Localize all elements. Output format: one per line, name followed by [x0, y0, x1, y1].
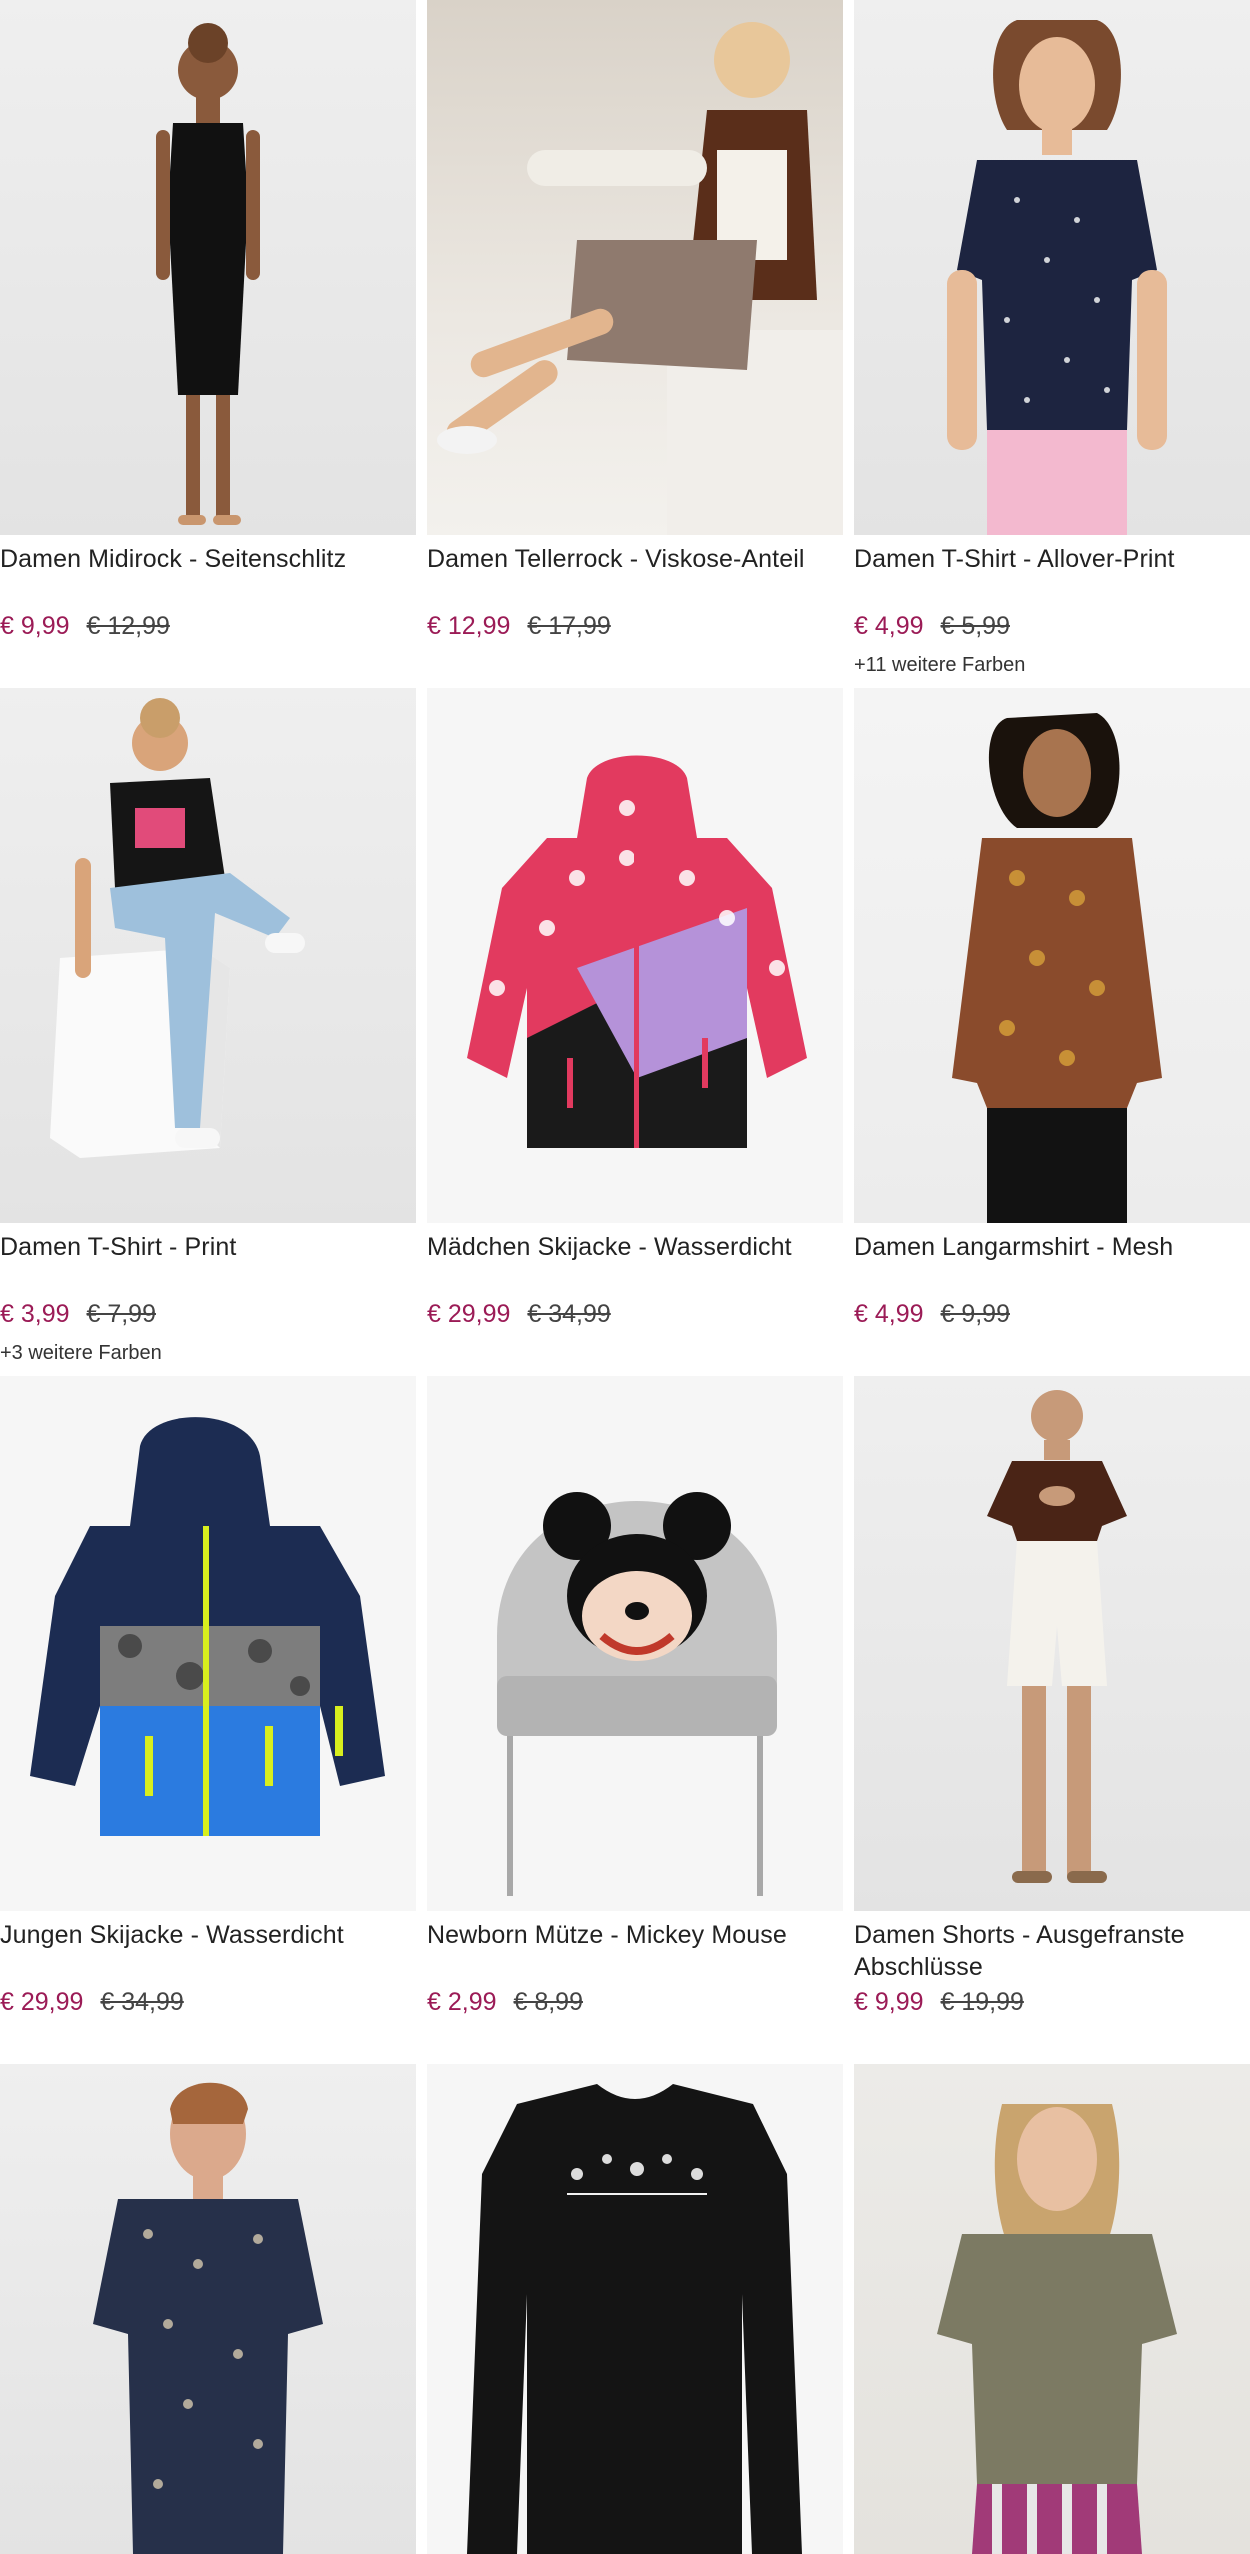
sale-price: € 29,99	[0, 1988, 84, 2016]
sale-price: € 4,99	[854, 612, 924, 640]
product-image[interactable]	[0, 2064, 416, 2554]
old-price: € 12,99	[86, 612, 170, 640]
product-image[interactable]	[854, 0, 1250, 535]
price-row: € 29,99 € 34,99	[427, 1300, 611, 1329]
price-row: € 9,99 € 12,99	[0, 612, 170, 641]
product-card[interactable]	[427, 2064, 843, 2554]
old-price: € 8,99	[513, 1988, 583, 2016]
price-row: € 9,99 € 19,99	[854, 1988, 1024, 2017]
product-title[interactable]: Damen Midirock - Seitenschlitz	[0, 543, 416, 575]
product-title[interactable]: Newborn Mütze - Mickey Mouse	[427, 1919, 843, 1951]
product-card[interactable]: Damen T-Shirt - Print € 3,99 € 7,99 +3 w…	[0, 688, 416, 1376]
product-image[interactable]	[854, 688, 1250, 1223]
product-card[interactable]: Damen Langarmshirt - Mesh € 4,99 € 9,99	[854, 688, 1250, 1376]
product-title[interactable]: Mädchen Skijacke - Wasserdicht	[427, 1231, 843, 1263]
product-title[interactable]: Damen Tellerrock - Viskose-Anteil	[427, 543, 843, 575]
product-image[interactable]	[427, 0, 843, 535]
old-price: € 7,99	[86, 1300, 156, 1328]
old-price: € 5,99	[940, 612, 1010, 640]
product-card[interactable]: Damen T-Shirt - Allover-Print € 4,99 € 5…	[854, 0, 1250, 688]
mickey-beanie-icon	[497, 1492, 777, 1896]
sitting-figure-icon	[50, 698, 305, 1158]
price-row: € 3,99 € 7,99	[0, 1300, 156, 1329]
product-card[interactable]: Newborn Mütze - Mickey Mouse € 2,99 € 8,…	[427, 1376, 843, 2064]
sale-price: € 2,99	[427, 1988, 497, 2016]
product-title[interactable]: Damen Shorts - Ausgefranste Abschlüsse	[854, 1919, 1250, 1983]
dress-figure-icon	[156, 23, 260, 525]
old-price: € 34,99	[527, 1300, 611, 1328]
product-card[interactable]: Jungen Skijacke - Wasserdicht € 29,99 € …	[0, 1376, 416, 2064]
product-title[interactable]: Jungen Skijacke - Wasserdicht	[0, 1919, 416, 1951]
girls-ski-jacket-icon	[467, 755, 807, 1148]
product-image[interactable]	[427, 1376, 843, 1911]
price-row: € 4,99 € 9,99	[854, 1300, 1010, 1329]
old-price: € 34,99	[100, 1988, 184, 2016]
price-row: € 12,99 € 17,99	[427, 612, 611, 641]
sale-price: € 9,99	[0, 612, 70, 640]
old-price: € 19,99	[940, 1988, 1024, 2016]
more-colors-link[interactable]: +11 weitere Farben	[854, 654, 1025, 677]
product-card[interactable]	[854, 2064, 1250, 2554]
sale-price: € 12,99	[427, 612, 511, 640]
product-image[interactable]	[427, 2064, 843, 2554]
old-price: € 17,99	[527, 612, 611, 640]
product-image[interactable]	[0, 1376, 416, 1911]
old-price: € 9,99	[940, 1300, 1010, 1328]
olive-tshirt-figure-icon	[937, 2104, 1177, 2554]
product-image[interactable]	[854, 2064, 1250, 2554]
price-row: € 29,99 € 34,99	[0, 1988, 184, 2017]
product-card[interactable]	[0, 2064, 416, 2554]
boys-ski-jacket-icon	[30, 1417, 385, 1836]
product-card[interactable]: Mädchen Skijacke - Wasserdicht € 29,99 €…	[427, 688, 843, 1376]
tshirt-figure-icon	[947, 20, 1167, 535]
skirt-figure-icon	[437, 22, 843, 535]
product-title[interactable]: Damen T-Shirt - Print	[0, 1231, 416, 1263]
product-title[interactable]: Damen T-Shirt - Allover-Print	[854, 543, 1250, 575]
product-image[interactable]	[427, 688, 843, 1223]
sale-price: € 3,99	[0, 1300, 70, 1328]
price-row: € 2,99 € 8,99	[427, 1988, 583, 2017]
product-image[interactable]	[0, 688, 416, 1223]
sale-price: € 9,99	[854, 1988, 924, 2016]
product-card[interactable]: Damen Midirock - Seitenschlitz € 9,99 € …	[0, 0, 416, 688]
product-image[interactable]	[0, 0, 416, 535]
more-colors-link[interactable]: +3 weitere Farben	[0, 1342, 162, 1365]
product-image[interactable]	[854, 1376, 1250, 1911]
product-card[interactable]: Damen Shorts - Ausgefranste Abschlüsse €…	[854, 1376, 1250, 2064]
product-grid: Damen Midirock - Seitenschlitz € 9,99 € …	[0, 0, 1250, 2554]
sale-price: € 29,99	[427, 1300, 511, 1328]
product-title[interactable]: Damen Langarmshirt - Mesh	[854, 1231, 1250, 1263]
price-row: € 4,99 € 5,99	[854, 612, 1010, 641]
mens-shirt-figure-icon	[93, 2082, 323, 2554]
black-longsleeve-icon	[467, 2084, 802, 2554]
shorts-figure-icon	[987, 1390, 1127, 1883]
product-card[interactable]: Damen Tellerrock - Viskose-Anteil € 12,9…	[427, 0, 843, 688]
sale-price: € 4,99	[854, 1300, 924, 1328]
longsleeve-figure-icon	[952, 713, 1162, 1223]
